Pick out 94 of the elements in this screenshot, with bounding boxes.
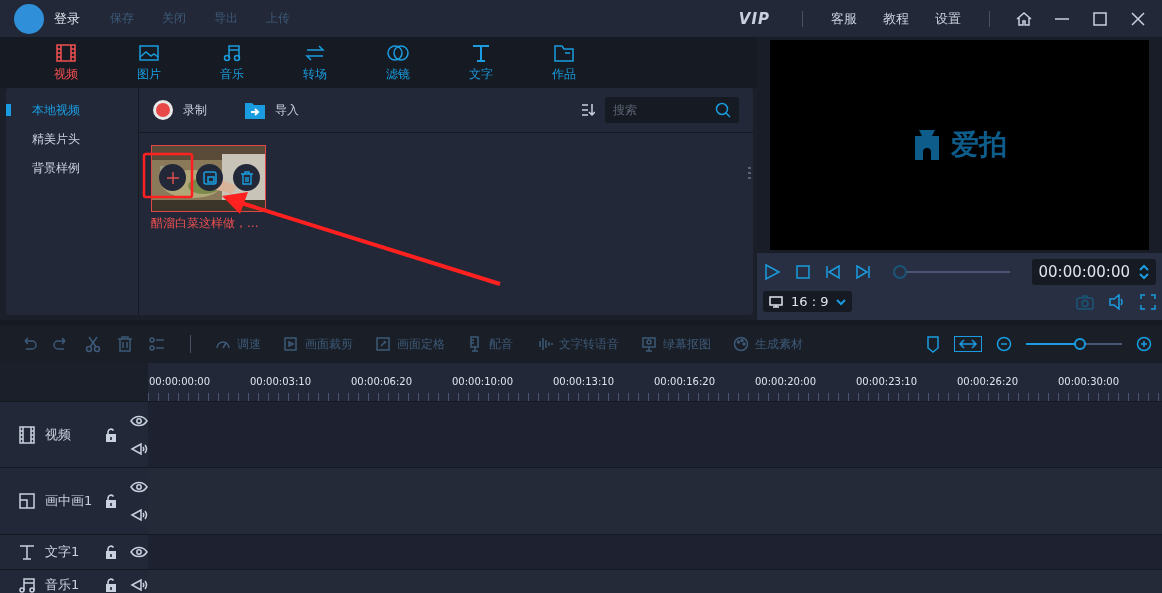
sort-icon [581, 103, 595, 117]
media-tab[interactable]: 转场 [273, 37, 356, 88]
double-arrow-icon [958, 338, 978, 350]
folder-import-icon [245, 101, 265, 119]
monitor-person-icon [641, 336, 657, 352]
monitor-icon [769, 295, 783, 308]
time-ruler[interactable]: 00:00:00:00 00:00:03:10 00:00:06:20 00:00:10:00 00:00:13:10 00:00:16:20 00:00:20:00 00:00:23:10 00:00:26:20 00:00:30:00 [148, 363, 1162, 401]
track-name: 画中画1 [45, 492, 94, 510]
fit-to-window-button[interactable] [954, 336, 982, 352]
trash-icon [116, 335, 134, 353]
time-label: 00:00:30:00 [1057, 376, 1120, 387]
unlocked-padlock-icon[interactable] [105, 427, 117, 442]
vip-badge[interactable]: VIP [738, 9, 770, 28]
chevron-down-icon [836, 297, 847, 306]
time-label: 00:00:03:10 [249, 376, 312, 387]
time-label: 00:00:20:00 [754, 376, 817, 387]
time-label: 00:00:13:10 [552, 376, 615, 387]
time-label: 00:00:06:20 [350, 376, 413, 387]
music-note-icon [18, 576, 36, 593]
picture-in-picture-icon [18, 492, 36, 510]
maximize-icon [1092, 10, 1108, 27]
track-name: 视频 [45, 425, 72, 444]
time-label: 00:00:00:00 [148, 376, 211, 387]
stop-icon [795, 264, 811, 280]
speaker-icon [130, 508, 148, 522]
close-icon [1130, 10, 1146, 27]
media-tab[interactable]: 视频 [24, 37, 107, 88]
header-link[interactable]: 教程 [883, 9, 909, 28]
eye-icon [130, 413, 148, 428]
fullscreen-icon [1140, 293, 1156, 310]
sidebar-item[interactable]: 背景样例 [6, 160, 138, 177]
image-icon [137, 42, 160, 63]
time-label: 00:00:16:20 [653, 376, 716, 387]
media-tab[interactable]: 音乐 [190, 37, 273, 88]
login-link[interactable]: 登录 [54, 9, 80, 28]
unlocked-padlock-icon[interactable] [105, 545, 117, 559]
palette-icon [733, 336, 749, 352]
track-name: 音乐1 [45, 576, 81, 593]
track-name: 文字1 [45, 543, 81, 561]
marker-icon [926, 335, 940, 353]
header-link[interactable]: 客服 [831, 9, 857, 28]
scissors-icon [84, 335, 102, 353]
speaker-icon [130, 441, 148, 456]
record-icon [153, 100, 173, 120]
swap-arrows-icon [303, 42, 326, 63]
sidebar-item[interactable]: 精美片头 [6, 131, 138, 148]
unlocked-padlock-icon[interactable] [105, 578, 117, 592]
aspect-ratio-dropdown[interactable]: 16 : 9 [763, 291, 853, 312]
zoom-out-icon [996, 336, 1012, 352]
record-button[interactable]: 录制 [153, 100, 207, 120]
trash-icon [239, 170, 254, 185]
eye-icon [130, 545, 148, 559]
unlocked-padlock-icon[interactable] [105, 494, 117, 508]
media-tab[interactable]: 图片 [107, 37, 190, 88]
media-tab[interactable]: 文字 [439, 37, 522, 88]
time-label: 00:00:23:10 [855, 376, 918, 387]
import-button[interactable]: 导入 [245, 101, 299, 119]
highlight-box [142, 152, 194, 199]
media-tab[interactable]: 滤镜 [356, 37, 439, 88]
app-logo-icon [14, 3, 44, 34]
picture-in-picture-icon [201, 169, 218, 186]
previous-frame-icon [825, 264, 841, 280]
slider-thumb[interactable] [1073, 338, 1086, 350]
overlapping-circles-icon [385, 42, 410, 63]
text-icon [18, 543, 36, 561]
up-down-spinner-icon [1138, 264, 1150, 280]
camera-icon [1076, 293, 1094, 310]
film-icon [18, 425, 36, 444]
slider-thumb[interactable] [893, 265, 907, 279]
home-icon [1015, 10, 1033, 27]
brand-name: 爱拍 [950, 127, 1007, 163]
pin-frame-icon [375, 336, 391, 352]
time-label: 00:00:10:00 [451, 376, 514, 387]
folder-icon [552, 42, 575, 63]
header-link[interactable]: 设置 [935, 9, 961, 28]
volume-icon [1108, 293, 1126, 310]
zoom-in-icon [1136, 336, 1152, 352]
film-icon [54, 42, 77, 63]
sidebar-item[interactable]: 本地视频 [6, 102, 138, 119]
play-icon [763, 263, 781, 281]
minimize-icon [1055, 17, 1069, 20]
play-frame-icon [283, 336, 299, 352]
plus-icon [165, 170, 180, 185]
search-icon [715, 102, 731, 118]
search-field[interactable]: 搜索 [605, 97, 739, 123]
time-label: 00:00:26:20 [956, 376, 1019, 387]
sliders-icon [148, 335, 166, 353]
clip-title[interactable]: 醋溜白菜这样做，... [151, 215, 266, 232]
next-frame-icon [855, 264, 871, 280]
media-tab[interactable]: 作品 [522, 37, 605, 88]
eye-icon [130, 480, 148, 494]
resize-handle[interactable] [748, 167, 751, 181]
timecode-field[interactable]: 00:00:00:00 [1032, 259, 1156, 285]
speaker-icon [130, 578, 148, 592]
